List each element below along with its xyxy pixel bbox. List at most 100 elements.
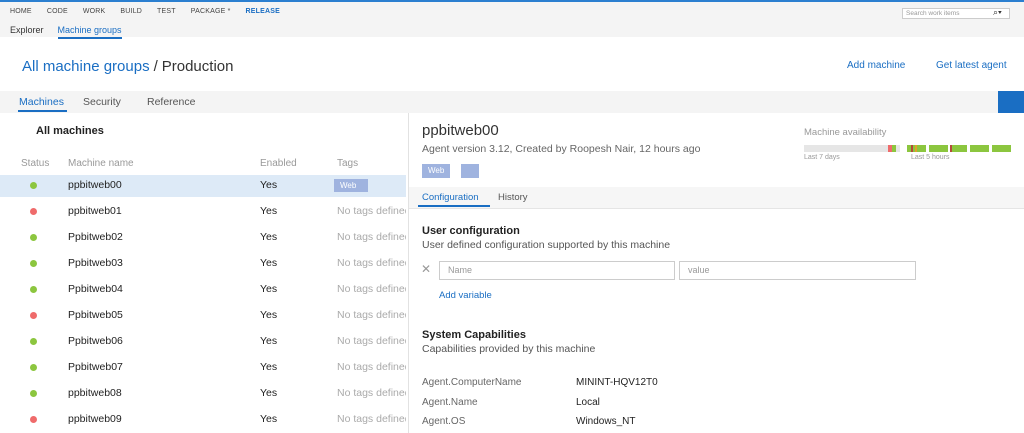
availability-7-days-caption: Last 7 days	[804, 154, 840, 161]
variable-value-input[interactable]: value	[679, 261, 916, 280]
breadcrumb: All machine groups / Production	[22, 58, 233, 75]
enabled-value: Yes	[260, 179, 278, 191]
status-dot	[30, 312, 37, 319]
machine-name: ppbitweb01	[68, 205, 122, 217]
user-config-title: User configuration	[422, 225, 520, 237]
tags-empty: No tags defined	[337, 335, 406, 347]
enabled-value: Yes	[260, 283, 278, 295]
breadcrumb-separator: /	[153, 58, 158, 75]
enabled-value: Yes	[260, 309, 278, 321]
status-dot	[30, 260, 37, 267]
nav-build[interactable]: BUILD	[120, 8, 142, 15]
status-dot	[30, 234, 37, 241]
machine-name: Ppbitweb07	[68, 361, 123, 373]
tags-empty: No tags defined	[337, 309, 406, 321]
subnav-machine-groups[interactable]: Machine groups	[57, 25, 122, 39]
table-row[interactable]: Ppbitweb03 Yes No tags defined	[0, 253, 406, 275]
top-nav: HOME CODE WORK BUILD TEST PACKAGE * RELE…	[10, 8, 295, 15]
tags-empty: No tags defined	[337, 257, 406, 269]
tags-empty: No tags defined	[337, 205, 406, 217]
availability-label: Machine availability	[804, 127, 887, 138]
status-dot	[30, 390, 37, 397]
machine-name: Ppbitweb03	[68, 257, 123, 269]
capability-key: Agent.OS	[422, 416, 466, 427]
column-header-enabled[interactable]: Enabled	[260, 158, 297, 169]
table-row[interactable]: Ppbitweb06 Yes No tags defined	[0, 331, 406, 353]
status-dot	[30, 338, 37, 345]
add-variable-link[interactable]: Add variable	[439, 290, 492, 301]
tag-pill[interactable]: Web	[422, 164, 451, 178]
detail-tab-indicator	[418, 205, 490, 207]
availability-segment	[929, 145, 948, 152]
machine-name: Ppbitweb05	[68, 309, 123, 321]
tab-security[interactable]: Security	[83, 96, 121, 108]
table-row[interactable]: Ppbitweb05 Yes No tags defined	[0, 305, 406, 327]
panel-toggle[interactable]	[998, 91, 1024, 113]
add-machine-button[interactable]: Add machine	[847, 60, 905, 71]
availability-5-hours-caption: Last 5 hours	[911, 154, 950, 161]
table-row[interactable]: Ppbitweb02 Yes No tags defined	[0, 227, 406, 249]
sub-nav: Explorer Machine groups	[10, 25, 136, 39]
table-row[interactable]: ppbitweb09 Yes No tags defined	[0, 409, 406, 431]
status-dot	[30, 416, 37, 423]
status-dot	[30, 286, 37, 293]
enabled-value: Yes	[260, 231, 278, 243]
column-header-tags[interactable]: Tags	[337, 158, 358, 169]
nav-package[interactable]: PACKAGE *	[191, 8, 231, 15]
availability-segment	[952, 145, 967, 152]
top-bar	[0, 0, 1024, 37]
column-header-machine-name[interactable]: Machine name	[68, 158, 134, 169]
active-tab-indicator	[18, 110, 67, 112]
page-title: Production	[161, 58, 234, 75]
tag-pill: Web	[334, 179, 368, 192]
capability-value: MININT-HQV12T0	[576, 377, 658, 388]
pane-divider	[408, 113, 409, 433]
subnav-explorer[interactable]: Explorer	[10, 25, 44, 39]
machine-name: ppbitweb00	[68, 179, 122, 191]
breadcrumb-root[interactable]: All machine groups	[22, 58, 150, 75]
nav-work[interactable]: WORK	[83, 8, 106, 15]
machine-subtitle: Agent version 3.12, Created by Roopesh N…	[422, 143, 701, 155]
tags-empty: No tags defined	[337, 361, 406, 373]
availability-segment	[970, 145, 989, 152]
tab-history[interactable]: History	[498, 192, 528, 203]
capability-key: Agent.ComputerName	[422, 377, 522, 388]
status-dot	[30, 182, 37, 189]
search-icon[interactable]: ⌕▾	[993, 7, 1002, 18]
table-row[interactable]: ppbitweb01 Yes No tags defined	[0, 201, 406, 223]
enabled-value: Yes	[260, 205, 278, 217]
tab-machines[interactable]: Machines	[19, 96, 64, 108]
tags-empty: No tags defined	[337, 387, 406, 399]
status-dot	[30, 364, 37, 371]
tags-empty: No tags defined	[337, 283, 406, 295]
machine-name: ppbitweb09	[68, 413, 122, 425]
availability-7-days-success	[892, 145, 896, 152]
column-header-status[interactable]: Status	[21, 158, 49, 169]
capability-value: Local	[576, 397, 600, 408]
get-latest-agent-button[interactable]: Get latest agent	[936, 60, 1007, 71]
table-row[interactable]: Ppbitweb07 Yes No tags defined	[0, 357, 406, 379]
status-dot	[30, 208, 37, 215]
tab-reference[interactable]: Reference	[147, 96, 195, 108]
table-row[interactable]: ppbitweb08 Yes No tags defined	[0, 383, 406, 405]
nav-home[interactable]: HOME	[10, 8, 32, 15]
tab-configuration[interactable]: Configuration	[422, 192, 479, 203]
enabled-value: Yes	[260, 413, 278, 425]
nav-test[interactable]: TEST	[157, 8, 176, 15]
add-tag-pill[interactable]	[461, 164, 479, 178]
machine-list-title: All machines	[36, 125, 104, 137]
nav-release[interactable]: RELEASE	[246, 8, 280, 15]
enabled-value: Yes	[260, 257, 278, 269]
machine-name: ppbitweb08	[68, 387, 122, 399]
table-row[interactable]: ppbitweb00 Yes Web	[0, 175, 406, 197]
enabled-value: Yes	[260, 361, 278, 373]
system-caps-title: System Capabilities	[422, 329, 526, 341]
variable-name-input[interactable]: Name	[439, 261, 675, 280]
machine-name: Ppbitweb02	[68, 231, 123, 243]
nav-code[interactable]: CODE	[47, 8, 68, 15]
capability-value: Windows_NT	[576, 416, 636, 427]
tags-empty: No tags defined	[337, 413, 406, 425]
remove-variable-icon[interactable]: ✕	[421, 262, 431, 276]
enabled-value: Yes	[260, 387, 278, 399]
table-row[interactable]: Ppbitweb04 Yes No tags defined	[0, 279, 406, 301]
